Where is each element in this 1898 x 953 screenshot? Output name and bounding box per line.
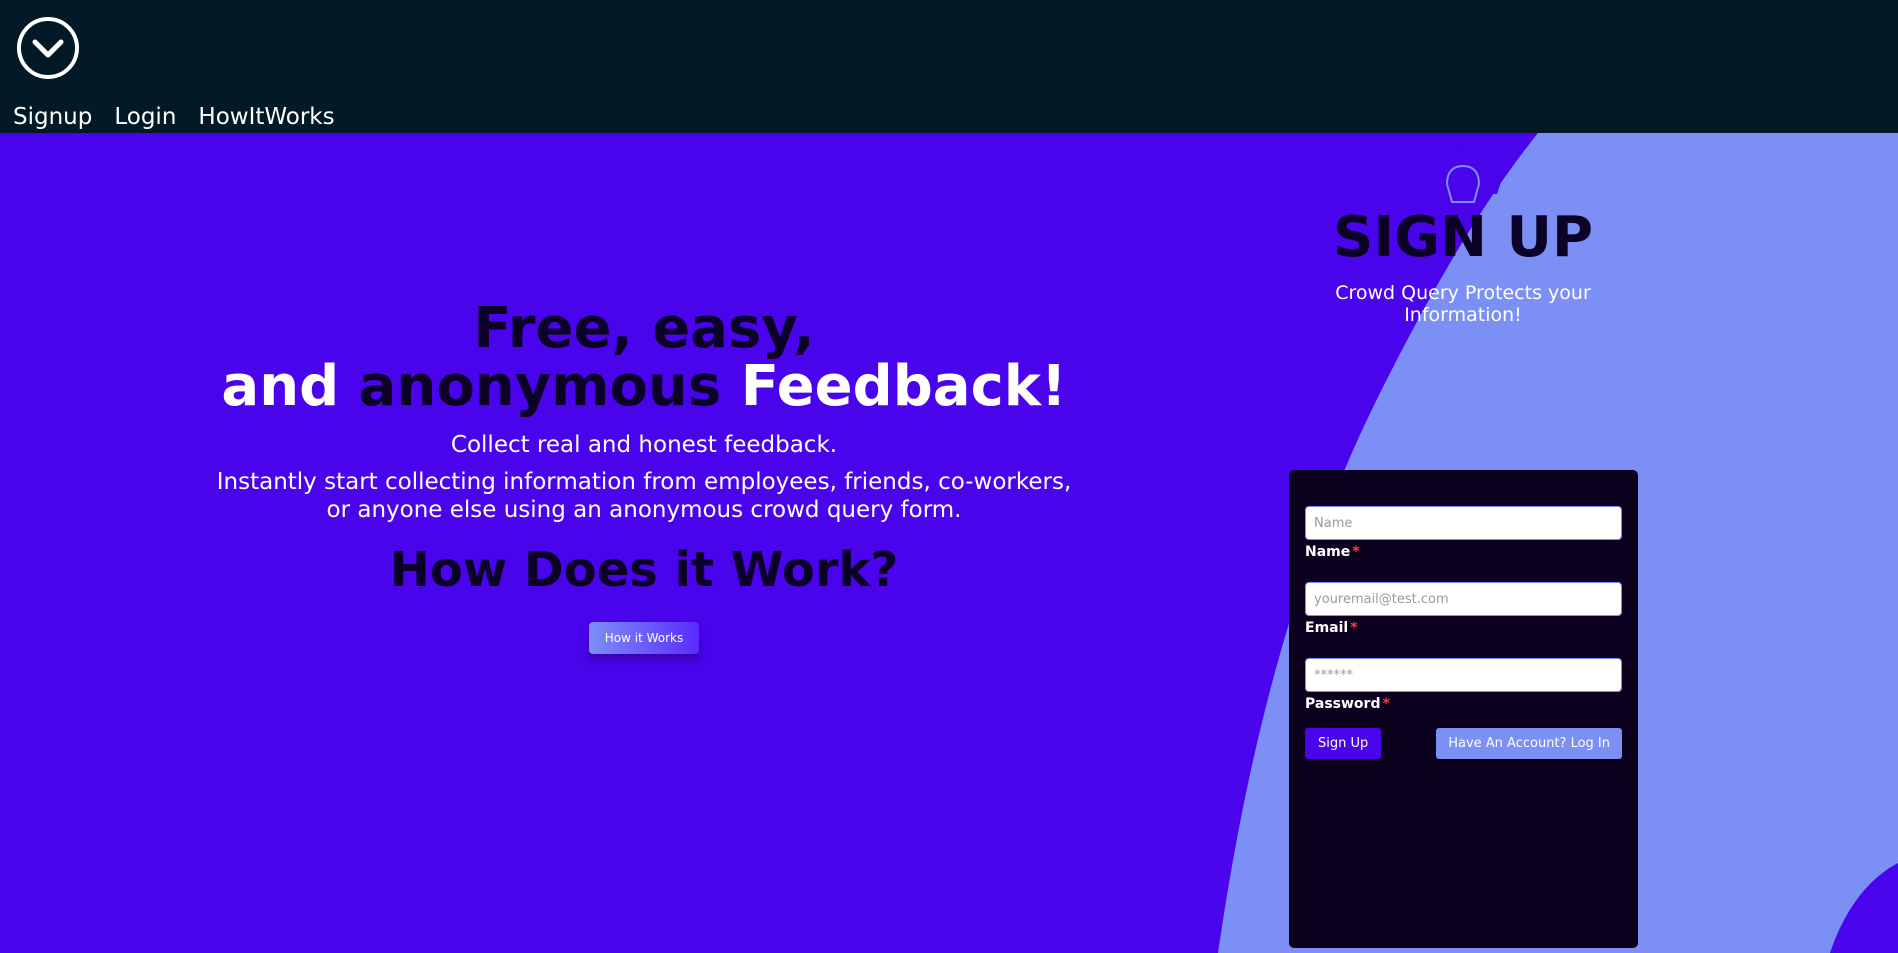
password-field-group: Password *: [1305, 658, 1622, 712]
name-label-text: Name: [1305, 544, 1351, 560]
have-account-login-button[interactable]: Have An Account? Log In: [1436, 728, 1622, 759]
password-label-text: Password: [1305, 696, 1381, 712]
hero-subtitle: Collect real and honest feedback.: [450, 432, 838, 458]
chevron-down-circle-icon[interactable]: [16, 16, 80, 80]
headline-anonymous: anonymous: [358, 354, 722, 419]
headline-and: and: [221, 354, 340, 419]
email-label: Email *: [1305, 620, 1622, 636]
hero-headline: Free, easy, and anonymous Feedback!: [200, 300, 1088, 416]
email-field-group: Email*: [1305, 582, 1622, 636]
description-line1: Instantly start collecting information f…: [216, 469, 1072, 495]
email-label-text: Email: [1305, 620, 1349, 636]
how-it-works-heading: How Does it Work?: [389, 542, 899, 598]
password-label: Password *: [1305, 696, 1622, 712]
signup-submit-button[interactable]: Sign Up: [1305, 728, 1382, 759]
signup-header: SIGN UP Crowd Query Protects your Inform…: [1288, 148, 1638, 326]
top-navbar: Signup Login HowItWorks: [0, 0, 1898, 133]
headline-feedback: Feedback!: [740, 354, 1067, 419]
required-mark: *: [1352, 544, 1360, 560]
hero-description: Instantly start collecting information f…: [200, 468, 1088, 524]
required-mark: *: [1350, 620, 1358, 636]
name-field-group: Name*: [1305, 506, 1622, 560]
hero-content: Free, easy, and anonymous Feedback! Coll…: [200, 300, 1088, 654]
password-input[interactable]: [1305, 658, 1622, 692]
email-input[interactable]: [1305, 582, 1622, 616]
description-line2: or anyone else using an anonymous crowd …: [326, 497, 962, 523]
users-group-icon: [1425, 148, 1501, 203]
nav-howitworks-link[interactable]: HowItWorks: [198, 104, 334, 130]
headline-line1: Free, easy,: [473, 296, 815, 361]
required-mark: *: [1382, 696, 1390, 712]
name-input[interactable]: [1305, 506, 1622, 540]
signup-title: SIGN UP: [1332, 205, 1593, 270]
signup-subtitle: Crowd Query Protects your Information!: [1335, 282, 1591, 326]
nav-signup-link[interactable]: Signup: [13, 104, 92, 130]
how-it-works-button[interactable]: How it Works: [588, 622, 700, 654]
signup-form: Name* Email* Password* Sign Up Have An A…: [1289, 470, 1638, 948]
nav-login-link[interactable]: Login: [114, 104, 176, 130]
main-nav: Signup Login HowItWorks: [13, 104, 335, 130]
name-label: Name *: [1305, 544, 1622, 560]
